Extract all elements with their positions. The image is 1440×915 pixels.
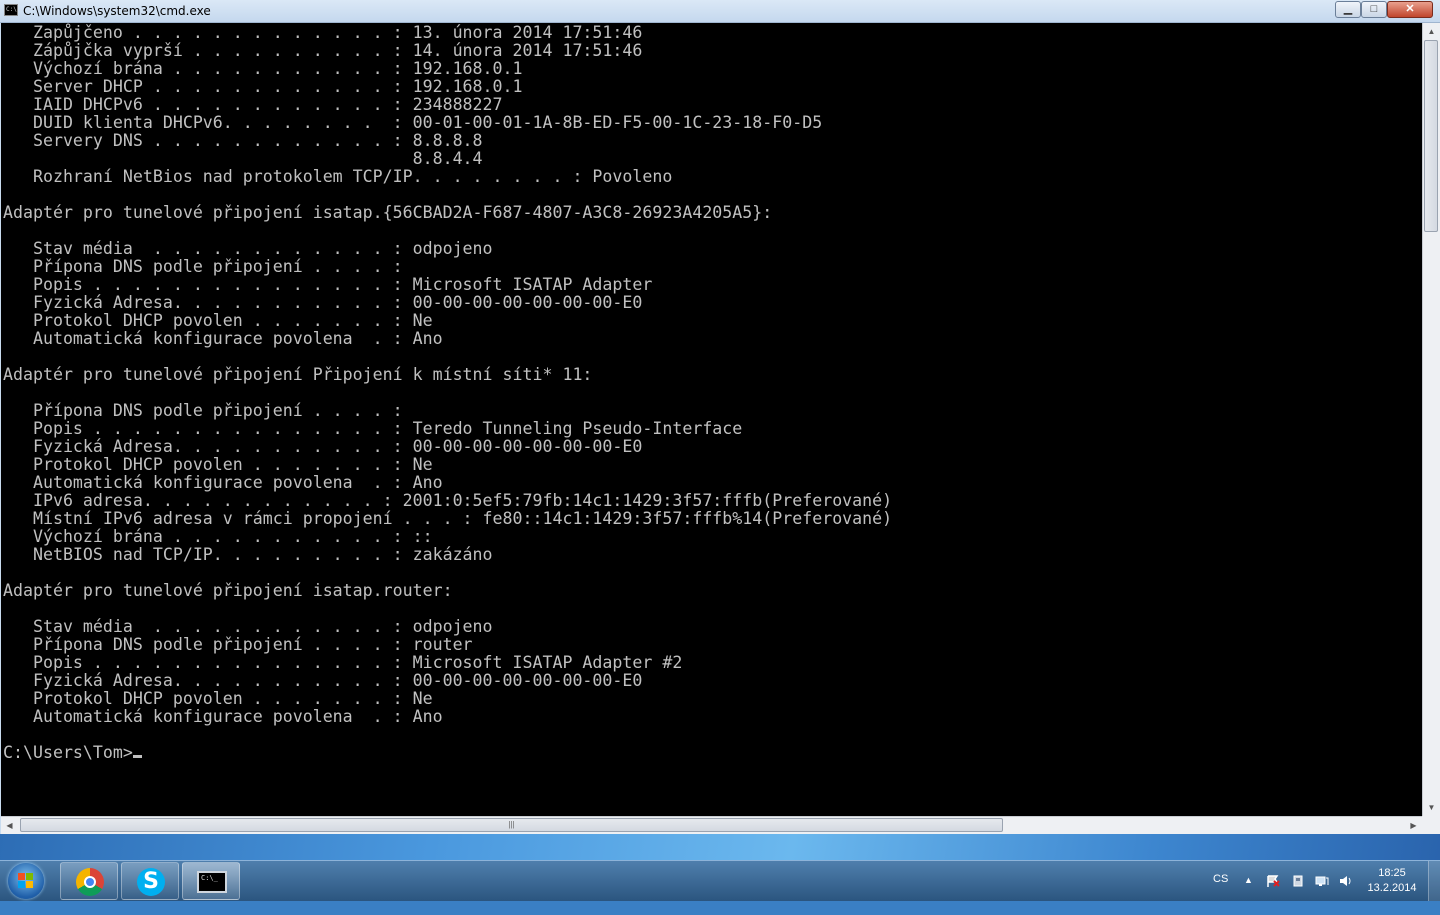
taskbar-chrome-button[interactable]: [60, 862, 118, 900]
start-button[interactable]: [8, 863, 44, 899]
console-line: Fyzická Adresa. . . . . . . . . . . : 00…: [3, 671, 643, 690]
text-cursor: [132, 755, 142, 758]
console-line: Popis . . . . . . . . . . . . . . . : Mi…: [3, 275, 653, 294]
console-line: Automatická konfigurace povolena . : Ano: [3, 707, 443, 726]
network-icon[interactable]: [1315, 875, 1329, 887]
console-line: 8.8.4.4: [3, 149, 483, 168]
maximize-button[interactable]: □: [1361, 1, 1387, 18]
command-prompt: C:\Users\Tom>: [3, 743, 133, 762]
action-center-flag-icon[interactable]: [1266, 875, 1280, 887]
console-line: Server DHCP . . . . . . . . . . . . : 19…: [3, 77, 523, 96]
console-line: Automatická konfigurace povolena . : Ano: [3, 329, 443, 348]
close-button[interactable]: ✕: [1387, 1, 1433, 18]
scroll-left-arrow-icon[interactable]: ◀: [1, 817, 18, 834]
language-indicator[interactable]: CS: [1213, 873, 1228, 913]
console-line: Servery DNS . . . . . . . . . . . . : 8.…: [3, 131, 483, 150]
clock-time: 18:25: [1378, 867, 1406, 879]
window-title: C:\Windows\system32\cmd.exe: [23, 4, 211, 18]
scrollbar-corner: [1422, 816, 1440, 834]
chrome-icon: [76, 868, 104, 896]
console-line: Fyzická Adresa. . . . . . . . . . . : 00…: [3, 293, 643, 312]
vertical-scrollbar[interactable]: ▲ ▼: [1422, 23, 1440, 816]
cmd-window: C:\ C:\Windows\system32\cmd.exe ▁ □ ✕ Za…: [0, 0, 1440, 834]
console-line: Stav média . . . . . . . . . . . . : odp…: [3, 239, 493, 258]
scroll-up-arrow-icon[interactable]: ▲: [1423, 23, 1440, 40]
console-line: Protokol DHCP povolen . . . . . . . : Ne: [3, 311, 433, 330]
cmd-window-icon[interactable]: C:\: [4, 4, 18, 16]
windows-logo-icon: [18, 873, 34, 889]
vertical-scroll-thumb[interactable]: [1424, 40, 1438, 232]
clock-date: 13.2.2014: [1367, 882, 1417, 894]
minimize-button[interactable]: ▁: [1335, 1, 1361, 18]
usb-device-icon[interactable]: [1291, 875, 1305, 887]
show-desktop-button[interactable]: [1428, 861, 1440, 901]
console-line: Přípona DNS podle připojení . . . . :: [3, 401, 403, 420]
console-line: Protokol DHCP povolen . . . . . . . : Ne: [3, 455, 433, 474]
taskbar-skype-button[interactable]: S: [121, 862, 179, 900]
desktop-background: [0, 834, 1440, 860]
volume-icon[interactable]: [1339, 875, 1353, 887]
console-line: Popis . . . . . . . . . . . . . . . : Te…: [3, 419, 743, 438]
cmd-icon: C:\_: [197, 871, 227, 893]
console-line: Adaptér pro tunelové připojení isatap.{5…: [3, 203, 773, 222]
console-line: Rozhraní NetBios nad protokolem TCP/IP. …: [3, 167, 673, 186]
console-text: Zapůjčeno . . . . . . . . . . . . . : 13…: [3, 24, 892, 762]
scroll-down-arrow-icon[interactable]: ▼: [1423, 799, 1440, 816]
horizontal-scroll-thumb[interactable]: |||: [20, 818, 1003, 832]
console-line: Fyzická Adresa. . . . . . . . . . . : 00…: [3, 437, 643, 456]
console-line: Výchozí brána . . . . . . . . . . . : ::: [3, 527, 433, 546]
console-line: Místní IPv6 adresa v rámci propojení . .…: [3, 509, 893, 528]
console-line: Adaptér pro tunelové připojení isatap.ro…: [3, 581, 453, 600]
console-line: Zápůjčka vyprší . . . . . . . . . . : 14…: [3, 41, 643, 60]
console-line: Automatická konfigurace povolena . : Ano: [3, 473, 443, 492]
console-line: IAID DHCPv6 . . . . . . . . . . . . : 23…: [3, 95, 503, 114]
console-line: Zapůjčeno . . . . . . . . . . . . . : 13…: [3, 23, 643, 42]
show-hidden-icons-button[interactable]: ▲: [1244, 875, 1253, 915]
console-line: IPv6 adresa. . . . . . . . . . . . : 200…: [3, 491, 893, 510]
console-line: NetBIOS nad TCP/IP. . . . . . . . . : za…: [3, 545, 493, 564]
console-line: Přípona DNS podle připojení . . . . : ro…: [3, 635, 473, 654]
console-line: DUID klienta DHCPv6. . . . . . . . : 00-…: [3, 113, 823, 132]
console-line: Popis . . . . . . . . . . . . . . . : Mi…: [3, 653, 683, 672]
scroll-right-arrow-icon[interactable]: ▶: [1405, 817, 1422, 834]
taskbar: S C:\_ CS ▲ 18:25 13.2.2014: [0, 860, 1440, 901]
taskbar-cmd-button[interactable]: C:\_: [182, 862, 240, 900]
console-line: Protokol DHCP povolen . . . . . . . : Ne: [3, 689, 433, 708]
clock[interactable]: 18:25 13.2.2014: [1366, 866, 1418, 896]
console-output[interactable]: Zapůjčeno . . . . . . . . . . . . . : 13…: [1, 23, 1422, 816]
console-line: Výchozí brána . . . . . . . . . . . : 19…: [3, 59, 523, 78]
console-line: Adaptér pro tunelové připojení Připojení…: [3, 365, 593, 384]
console-line: Přípona DNS podle připojení . . . . :: [3, 257, 403, 276]
title-bar[interactable]: C:\ C:\Windows\system32\cmd.exe ▁ □ ✕: [0, 0, 1440, 23]
skype-icon: S: [137, 868, 165, 896]
horizontal-scrollbar[interactable]: ◀ ||| ▶: [1, 816, 1422, 834]
console-line: Stav média . . . . . . . . . . . . : odp…: [3, 617, 493, 636]
